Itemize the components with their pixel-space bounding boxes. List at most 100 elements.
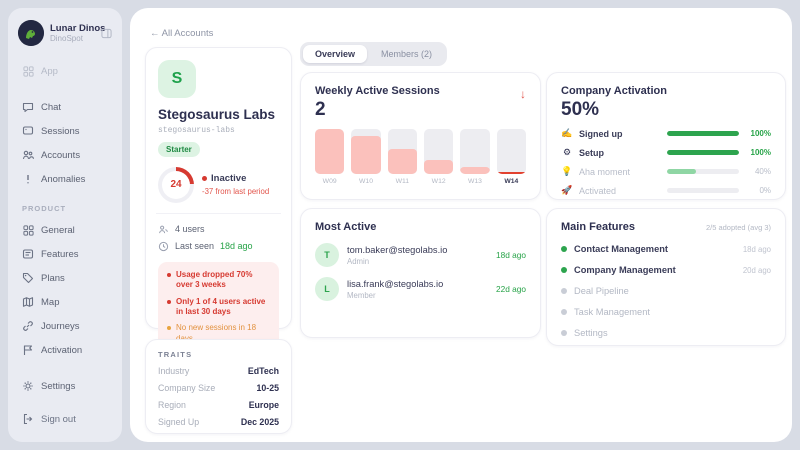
sidebar-item-settings[interactable]: Settings [18, 375, 112, 397]
sidebar-item-general[interactable]: General [18, 219, 112, 241]
member-role: Member [347, 291, 488, 300]
sign-out-label: Sign out [41, 414, 76, 425]
tab-members[interactable]: Members (2) [369, 45, 444, 63]
sidebar-item-label: General [41, 225, 75, 236]
bar-column: W14 [497, 129, 526, 185]
sidebar-item-label: Settings [41, 381, 75, 392]
adoption-dot [561, 309, 567, 315]
main-features-title: Main Features [561, 221, 635, 233]
weekly-sessions-chart: W09 W10 W11 W12 W13 W14 [315, 129, 526, 185]
adoption-dot [561, 288, 567, 294]
last-seen-row: Last seen 18d ago [158, 241, 279, 252]
rocket-icon: 🚀 [561, 185, 573, 196]
grid-icon [22, 224, 34, 236]
activation-overall: 50% [561, 99, 771, 121]
trait-row: Company Size10-25 [158, 383, 279, 393]
tab-bar: Overview Members (2) [300, 42, 447, 66]
member-row[interactable]: L lisa.frank@stegolabs.io Member 22d ago [315, 277, 526, 301]
users-icon [158, 224, 169, 235]
sidebar-item-activation[interactable]: Activation [18, 339, 112, 361]
sidebar-item-label: Journeys [41, 321, 80, 332]
sidebar-item-label: Accounts [41, 150, 80, 161]
bar-column: W09 [315, 129, 344, 185]
status-label: Inactive [211, 173, 246, 184]
trend-down-icon: ↓ [520, 87, 526, 101]
back-label: All Accounts [162, 28, 214, 39]
gear-icon: ⚙ [561, 147, 573, 158]
last-seen-value: 18d ago [220, 241, 253, 251]
monitor-icon [22, 125, 34, 137]
workspace-header: Lunar Dinos DinoSpot [18, 20, 112, 46]
bulb-icon: 💡 [561, 166, 573, 177]
sidebar-item-label: Chat [41, 102, 61, 113]
last-seen-label: Last seen [175, 241, 214, 251]
sidebar-item-label: Sessions [41, 126, 80, 137]
sidebar-item-plans[interactable]: Plans [18, 267, 112, 289]
most-active-card: Most Active T tom.baker@stegolabs.io Adm… [300, 208, 541, 338]
clock-icon [158, 241, 169, 252]
tab-overview[interactable]: Overview [303, 45, 367, 63]
chat-icon [22, 101, 34, 113]
sidebar-item-label: Features [41, 249, 79, 260]
sidebar-item-features[interactable]: Features [18, 243, 112, 265]
exclamation-icon [22, 173, 34, 185]
sidebar-item-chat[interactable]: Chat [18, 96, 112, 118]
sidebar-item-accounts[interactable]: Accounts [18, 144, 112, 166]
sidebar-section-product: PRODUCT [22, 204, 108, 213]
health-ring: 24 [158, 167, 194, 203]
status-dot [202, 176, 207, 181]
collapse-sidebar-icon[interactable] [101, 28, 112, 39]
sidebar-item-anomalies[interactable]: Anomalies [18, 168, 112, 190]
company-card: S Stegosaurus Labs stegosaurus-labs Star… [145, 47, 292, 329]
feature-row: Deal Pipeline [561, 286, 771, 296]
weekly-sessions-value: 2 [315, 99, 526, 121]
workspace-subtitle: DinoSpot [50, 34, 95, 43]
traits-title: TRAITS [158, 350, 279, 359]
trait-row: RegionEurope [158, 400, 279, 410]
traits-card: TRAITS IndustryEdTech Company Size10-25 … [145, 339, 292, 434]
sidebar-item-journeys[interactable]: Journeys [18, 315, 112, 337]
activation-step: ⚙ Setup 100% [561, 147, 771, 158]
activation-step: 🚀 Activated 0% [561, 185, 771, 196]
sidebar-nav: App Chat Sessions Accounts Anomalies PRO… [18, 60, 112, 397]
feature-row: Settings [561, 328, 771, 338]
sidebar-item-map[interactable]: Map [18, 291, 112, 313]
member-last-active: 18d ago [496, 250, 526, 260]
logout-icon [22, 413, 34, 425]
activation-title: Company Activation [561, 85, 771, 97]
health-section: 24 Inactive -37 from last period [158, 167, 279, 203]
adoption-dot [561, 267, 567, 273]
tag-icon [22, 272, 34, 284]
list-icon [22, 248, 34, 260]
company-name: Stegosaurus Labs [158, 108, 279, 123]
sidebar-item-sessions[interactable]: Sessions [18, 120, 112, 142]
member-avatar: T [315, 243, 339, 267]
company-activation-card: Company Activation 50% ✍ Signed up 100% … [546, 72, 786, 200]
member-avatar: L [315, 277, 339, 301]
most-active-title: Most Active [315, 221, 526, 233]
health-score: 24 [158, 167, 194, 203]
grid-icon [22, 65, 34, 77]
workspace-avatar[interactable] [18, 20, 44, 46]
company-initial-tile: S [158, 60, 196, 98]
sidebar-item-label: Activation [41, 345, 82, 356]
sidebar-item-label: Anomalies [41, 174, 85, 185]
bar-column: W13 [460, 129, 489, 185]
member-email: lisa.frank@stegolabs.io [347, 279, 488, 289]
main-panel: ← All Accounts S Stegosaurus Labs stegos… [130, 8, 792, 442]
sidebar-item-label: Map [41, 297, 59, 308]
feature-row: Task Management [561, 307, 771, 317]
sidebar: Lunar Dinos DinoSpot App Chat Sessions A… [8, 8, 122, 442]
activation-step: 💡 Aha moment 40% [561, 166, 771, 177]
flag-icon [22, 344, 34, 356]
sign-out-button[interactable]: Sign out [18, 408, 112, 430]
adoption-dot [561, 246, 567, 252]
back-to-accounts-link[interactable]: ← All Accounts [150, 28, 213, 39]
company-slug: stegosaurus-labs [158, 126, 279, 135]
sidebar-item-app[interactable]: App [18, 60, 112, 82]
warning-item: Usage dropped 70% over 3 weeks [167, 270, 270, 291]
member-row[interactable]: T tom.baker@stegolabs.io Admin 18d ago [315, 243, 526, 267]
back-arrow-icon: ← [150, 28, 160, 39]
activation-step: ✍ Signed up 100% [561, 128, 771, 139]
bar-column: W12 [424, 129, 453, 185]
